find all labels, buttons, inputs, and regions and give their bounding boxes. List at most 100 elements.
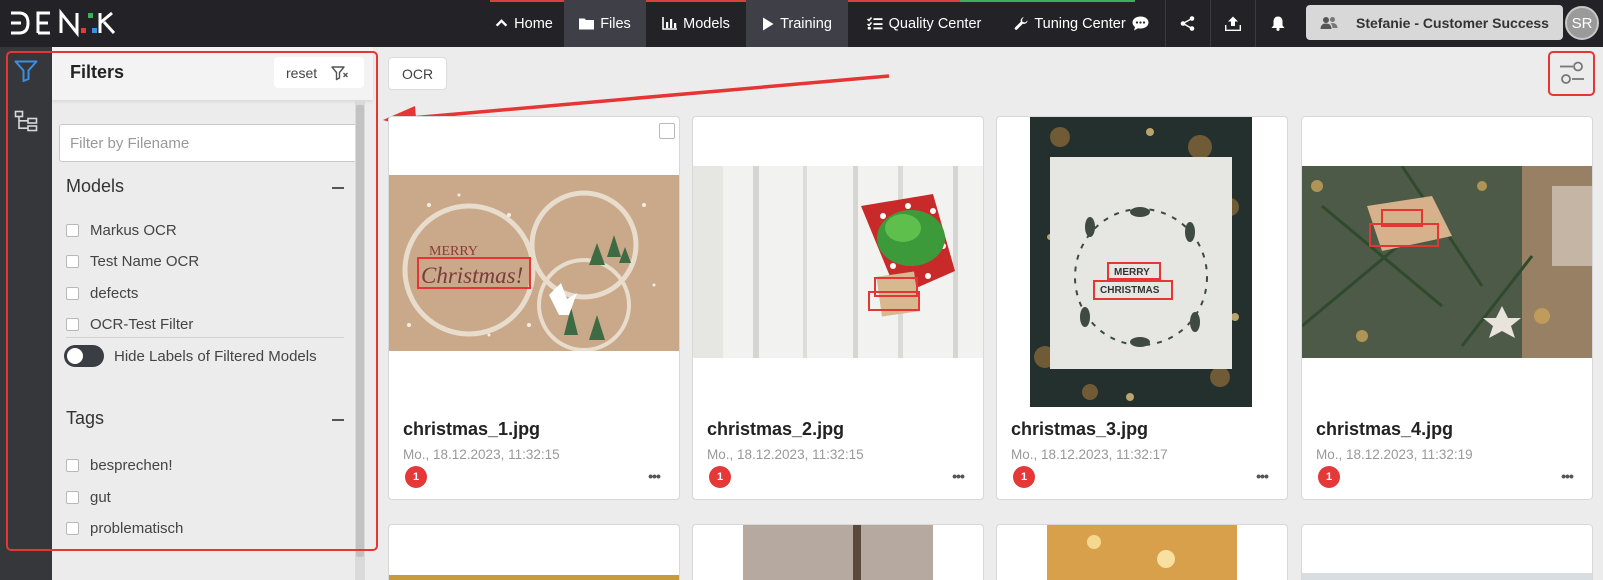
file-name: christmas_1.jpg xyxy=(403,419,541,439)
file-thumbnail: MERRY CHRISTMAS xyxy=(1030,117,1252,407)
more-options-button[interactable]: ••• xyxy=(943,465,973,487)
svg-text:MERRY: MERRY xyxy=(429,244,478,259)
file-thumbnail: MERRY Christmas! xyxy=(389,175,679,351)
more-options-button[interactable]: ••• xyxy=(1247,465,1277,487)
model-label-defects: defects xyxy=(90,285,139,302)
avatar-initials: SR xyxy=(1571,14,1593,32)
logo[interactable] xyxy=(8,8,120,38)
nav-files[interactable]: Files xyxy=(564,0,646,47)
annotation-count-badge: 1 xyxy=(405,466,427,488)
active-model-chip[interactable]: OCR xyxy=(388,57,447,90)
active-model-chip-label: OCR xyxy=(401,65,434,82)
user-menu[interactable]: Stefanie - Customer Success xyxy=(1306,5,1563,40)
model-checkbox-markus-ocr[interactable] xyxy=(66,224,79,237)
chat-button[interactable] xyxy=(1118,0,1162,47)
models-collapse-button[interactable] xyxy=(332,187,344,189)
folder-icon xyxy=(579,18,595,30)
filter-clear-icon xyxy=(331,65,349,80)
file-thumbnail xyxy=(1047,525,1237,580)
bell-icon xyxy=(1271,16,1284,31)
tag-label-problematisch: problematisch xyxy=(90,520,184,537)
model-label-ocr-test-filter: OCR-Test Filter xyxy=(90,316,194,333)
file-name: christmas_2.jpg xyxy=(707,419,845,439)
left-rail xyxy=(0,47,52,580)
svg-text:MERRY: MERRY xyxy=(1114,267,1150,278)
file-card-partial[interactable] xyxy=(692,524,984,580)
file-date: Mo., 18.12.2023, 11:32:17 xyxy=(1011,447,1168,462)
scrollbar-thumb[interactable] xyxy=(356,105,364,557)
filter-panel: Filters reset Models Markus OCR Test Nam… xyxy=(52,47,373,580)
filter-panel-title: Filters xyxy=(70,62,125,82)
more-options-button[interactable]: ••• xyxy=(639,465,669,487)
file-card-partial[interactable] xyxy=(388,524,680,580)
file-select-checkbox[interactable] xyxy=(659,123,675,139)
filter-panel-scrollbar[interactable] xyxy=(355,100,365,580)
reset-filters-button[interactable]: reset xyxy=(274,57,364,88)
list-check-icon xyxy=(866,17,883,30)
view-settings-button[interactable] xyxy=(1550,53,1594,93)
nav-home-label: Home xyxy=(514,15,553,32)
model-label-test-name-ocr: Test Name OCR xyxy=(90,253,200,270)
file-date: Mo., 18.12.2023, 11:32:15 xyxy=(403,447,560,462)
chat-icon xyxy=(1132,16,1148,31)
user-name: Stefanie - Customer Success xyxy=(1356,14,1549,31)
avatar[interactable]: SR xyxy=(1565,6,1599,40)
tag-checkbox-gut[interactable] xyxy=(66,491,79,504)
divider xyxy=(66,337,344,338)
filename-filter-input[interactable] xyxy=(59,124,360,162)
tag-checkbox-besprechen[interactable] xyxy=(66,459,79,472)
file-name: christmas_3.jpg xyxy=(1011,419,1149,439)
more-options-button[interactable]: ••• xyxy=(1552,465,1582,487)
filter-icon xyxy=(14,60,38,82)
share-button[interactable] xyxy=(1165,0,1209,47)
notifications-button[interactable] xyxy=(1255,0,1299,47)
file-card-partial[interactable] xyxy=(1301,524,1593,580)
file-card-christmas-4[interactable]: christmas_4.jpg Mo., 18.12.2023, 11:32:1… xyxy=(1301,116,1593,500)
top-navbar: Home Files Models Training Quality Cente… xyxy=(0,0,1603,47)
reset-label: reset xyxy=(286,64,318,81)
upload-icon xyxy=(1224,16,1241,31)
models-section-title: Models xyxy=(66,176,125,196)
nav-quality-center-label: Quality Center xyxy=(888,15,982,32)
upload-button[interactable] xyxy=(1210,0,1254,47)
nav-quality-center[interactable]: Quality Center xyxy=(856,0,992,47)
annotation-count-badge: 1 xyxy=(1318,466,1340,488)
tags-collapse-button[interactable] xyxy=(332,419,344,421)
tag-label-gut: gut xyxy=(90,489,111,506)
file-date: Mo., 18.12.2023, 11:32:15 xyxy=(707,447,864,462)
file-date: Mo., 18.12.2023, 11:32:19 xyxy=(1316,447,1473,462)
model-label-markus-ocr: Markus OCR xyxy=(90,222,177,239)
file-thumbnail xyxy=(389,575,679,580)
rail-tree-button[interactable] xyxy=(0,97,52,145)
nav-files-label: Files xyxy=(600,15,631,32)
nav-training[interactable]: Training xyxy=(746,0,848,47)
play-icon xyxy=(763,17,774,30)
share-icon xyxy=(1180,16,1195,31)
file-card-christmas-3[interactable]: MERRY CHRISTMAS christmas_3.jpg Mo., 18.… xyxy=(996,116,1288,500)
wrench-icon xyxy=(1014,16,1028,30)
file-thumbnail xyxy=(1302,166,1592,358)
chevron-up-icon xyxy=(495,19,508,27)
filter-panel-header: Filters reset xyxy=(52,47,373,100)
tag-checkbox-problematisch[interactable] xyxy=(66,522,79,535)
tags-section-title: Tags xyxy=(66,408,105,428)
nav-models[interactable]: Models xyxy=(646,0,746,47)
users-icon xyxy=(1320,16,1338,30)
nav-models-label: Models xyxy=(683,15,730,32)
file-card-christmas-1[interactable]: MERRY Christmas! christmas_1.jpg Mo., 18… xyxy=(388,116,680,500)
annotation-count-badge: 1 xyxy=(709,466,731,488)
svg-text:CHRISTMAS: CHRISTMAS xyxy=(1100,285,1160,296)
file-thumbnail xyxy=(1302,573,1592,580)
model-checkbox-ocr-test-filter[interactable] xyxy=(66,318,79,331)
file-card-christmas-2[interactable]: christmas_2.jpg Mo., 18.12.2023, 11:32:1… xyxy=(692,116,984,500)
tree-icon xyxy=(14,110,38,132)
model-checkbox-defects[interactable] xyxy=(66,287,79,300)
file-card-partial[interactable] xyxy=(996,524,1288,580)
nav-home[interactable]: Home xyxy=(484,0,564,47)
sliders-icon xyxy=(1560,61,1584,84)
rail-filter-button[interactable] xyxy=(0,47,52,95)
nav-training-label: Training xyxy=(780,15,832,32)
model-checkbox-test-name-ocr[interactable] xyxy=(66,255,79,268)
annotation-count-badge: 1 xyxy=(1013,466,1035,488)
hide-labels-toggle[interactable] xyxy=(64,345,104,367)
